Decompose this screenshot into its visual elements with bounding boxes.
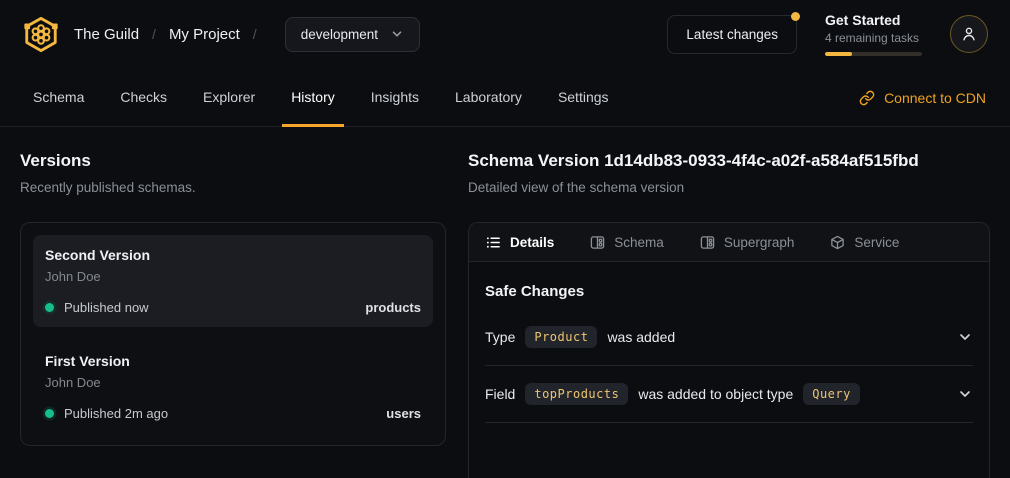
hive-logo-icon[interactable] [22, 15, 60, 53]
detail-tab-label: Details [510, 235, 554, 250]
code-badge: Query [803, 383, 860, 405]
nav-tab-label: Insights [371, 89, 419, 105]
change-text: Field [485, 386, 515, 402]
detail-tab-supergraph[interactable]: Supergraph [700, 235, 795, 250]
detail-tab-service[interactable]: Service [830, 235, 899, 250]
versions-title: Versions [20, 151, 446, 171]
detail-tab-schema[interactable]: Schema [590, 235, 664, 250]
version-title: Second Version [45, 247, 421, 263]
version-author: John Doe [45, 375, 421, 390]
version-list-item[interactable]: Second Version John Doe Published now produ… [33, 235, 433, 327]
breadcrumb-separator: / [253, 26, 257, 42]
header-actions: Latest changes Get Started 4 remaining t… [667, 12, 988, 56]
detail-tabs: Details Schema Supergraph Service [469, 223, 989, 262]
get-started-remaining: 4 remaining tasks [825, 31, 922, 45]
columns-icon [590, 235, 605, 250]
expand-chevron-icon[interactable] [957, 329, 973, 345]
version-list-item[interactable]: First Version John Doe Published 2m ago use… [33, 341, 433, 433]
chevron-down-icon [390, 27, 404, 41]
app-header: The Guild / My Project / development Lat… [0, 0, 1010, 68]
environment-selector-value: development [301, 27, 378, 42]
nav-tab-insights[interactable]: Insights [362, 68, 428, 126]
latest-changes-button[interactable]: Latest changes [667, 15, 797, 54]
breadcrumb-project[interactable]: My Project [169, 26, 240, 43]
changes-list: Type Product was added Field topProducts was … [485, 309, 973, 423]
change-row[interactable]: Type Product was added [485, 309, 973, 366]
cube-icon [830, 235, 845, 250]
change-text: was added [607, 329, 675, 345]
versions-column: Versions Recently published schemas. Sec… [20, 151, 446, 478]
version-detail-column: Schema Version 1d14db83-0933-4f4c-a02f-a… [468, 151, 990, 478]
safe-changes-heading: Safe Changes [485, 283, 973, 300]
get-started-progress-fill [825, 52, 852, 56]
list-icon [486, 235, 501, 250]
nav-tab-label: Laboratory [455, 89, 522, 105]
detail-tab-label: Schema [614, 235, 664, 250]
service-tag: products [365, 300, 421, 315]
link-chain-icon [859, 90, 875, 106]
main-content: Versions Recently published schemas. Sec… [0, 127, 1010, 478]
published-status-text: Published now [64, 300, 149, 315]
schema-version-subtitle: Detailed view of the schema version [468, 180, 990, 195]
expand-chevron-icon[interactable] [957, 386, 973, 402]
breadcrumb-org[interactable]: The Guild [74, 26, 139, 43]
nav-tab-schema[interactable]: Schema [24, 68, 93, 126]
code-badge: Product [525, 326, 597, 348]
latest-changes-label: Latest changes [686, 27, 778, 42]
detail-content: Safe Changes Type Product was added Fieldto… [469, 262, 989, 423]
nav-tab-label: Settings [558, 89, 609, 105]
notification-dot [791, 12, 800, 21]
nav-tab-history[interactable]: History [282, 68, 344, 126]
change-text: was added to object type [638, 386, 793, 402]
nav-tab-label: History [291, 89, 335, 105]
change-row[interactable]: Field topProducts was added to object type… [485, 366, 973, 423]
environment-selector[interactable]: development [285, 17, 420, 52]
breadcrumb: The Guild / My Project / development [22, 15, 420, 53]
versions-subtitle: Recently published schemas. [20, 180, 446, 195]
nav-tab-settings[interactable]: Settings [549, 68, 618, 126]
get-started-widget[interactable]: Get Started 4 remaining tasks [825, 12, 922, 56]
person-icon [959, 24, 979, 44]
nav-tab-label: Schema [33, 89, 84, 105]
nav-tab-explorer[interactable]: Explorer [194, 68, 264, 126]
code-badge: topProducts [525, 383, 628, 405]
nav-tab-checks[interactable]: Checks [111, 68, 176, 126]
published-status-text: Published 2m ago [64, 406, 168, 421]
detail-tab-label: Service [854, 235, 899, 250]
connect-to-cdn-label: Connect to CDN [884, 90, 986, 106]
nav-tab-label: Checks [120, 89, 167, 105]
primary-nav: Schema Checks Explorer History Insights Labor… [0, 68, 1010, 127]
published-status-icon [45, 303, 54, 312]
version-detail-panel: Details Schema Supergraph Service Safe Chan… [468, 222, 990, 478]
service-tag: users [386, 406, 421, 421]
version-title: First Version [45, 353, 421, 369]
user-avatar[interactable] [950, 15, 988, 53]
connect-to-cdn-link[interactable]: Connect to CDN [859, 90, 986, 126]
detail-tab-label: Supergraph [724, 235, 795, 250]
versions-list: Second Version John Doe Published now produ… [20, 222, 446, 446]
get-started-progressbar [825, 52, 922, 56]
published-status-icon [45, 409, 54, 418]
nav-tab-laboratory[interactable]: Laboratory [446, 68, 531, 126]
get-started-title: Get Started [825, 12, 922, 28]
version-author: John Doe [45, 269, 421, 284]
nav-tabs: Schema Checks Explorer History Insights Labor… [24, 68, 636, 126]
nav-tab-label: Explorer [203, 89, 255, 105]
detail-tab-details[interactable]: Details [486, 235, 554, 250]
change-text: Type [485, 329, 515, 345]
schema-version-title: Schema Version 1d14db83-0933-4f4c-a02f-a… [468, 151, 990, 171]
columns-icon [700, 235, 715, 250]
breadcrumb-separator: / [152, 26, 156, 42]
